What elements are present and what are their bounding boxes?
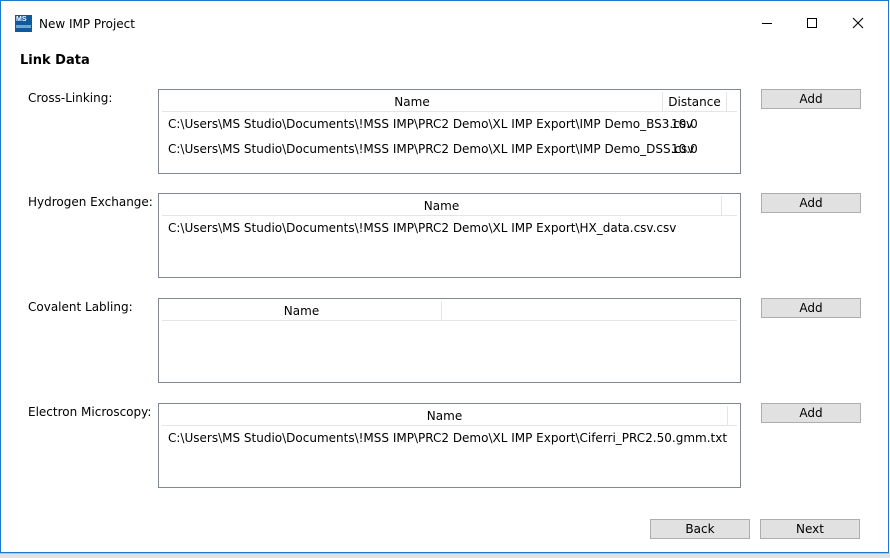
add-covalent-labeling-button[interactable]: Add xyxy=(761,298,861,318)
hydrogen-exchange-label: Hydrogen Exchange: xyxy=(28,195,153,209)
column-header-name[interactable]: Name xyxy=(162,196,722,216)
title-bar[interactable]: MS New IMP Project xyxy=(1,1,888,33)
cell-distance: 10.0 xyxy=(671,117,698,131)
column-header-name[interactable]: Name xyxy=(162,92,663,112)
back-button[interactable]: Back xyxy=(650,519,750,539)
window-title: New IMP Project xyxy=(39,17,135,31)
table-row[interactable]: C:\Users\MS Studio\Documents\!MSS IMP\PR… xyxy=(168,140,698,158)
covalent-labeling-label: Covalent Labling: xyxy=(28,300,133,314)
cell-name: C:\Users\MS Studio\Documents\!MSS IMP\PR… xyxy=(168,431,728,445)
cross-linking-label: Cross-Linking: xyxy=(28,91,113,105)
background-window-edge xyxy=(0,553,890,558)
electron-microscopy-grid[interactable]: Name C:\Users\MS Studio\Documents\!MSS I… xyxy=(158,403,741,488)
grid-header: Name xyxy=(162,196,737,216)
maximize-button[interactable] xyxy=(789,9,835,37)
electron-microscopy-label: Electron Microscopy: xyxy=(28,405,152,419)
table-row[interactable]: C:\Users\MS Studio\Documents\!MSS IMP\PR… xyxy=(168,429,727,447)
grid-header: Name xyxy=(162,301,737,321)
table-row[interactable]: C:\Users\MS Studio\Documents\!MSS IMP\PR… xyxy=(168,219,676,237)
add-hydrogen-exchange-button[interactable]: Add xyxy=(761,193,861,213)
cell-distance: 10.0 xyxy=(671,142,698,156)
column-header-name[interactable]: Name xyxy=(162,406,728,426)
column-header-distance[interactable]: Distance xyxy=(663,92,727,112)
page-title: Link Data xyxy=(20,53,90,68)
cross-linking-grid[interactable]: Name Distance C:\Users\MS Studio\Documen… xyxy=(158,89,741,174)
hydrogen-exchange-grid[interactable]: Name C:\Users\MS Studio\Documents\!MSS I… xyxy=(158,193,741,278)
add-electron-microscopy-button[interactable]: Add xyxy=(761,403,861,423)
add-cross-linking-button[interactable]: Add xyxy=(761,89,861,109)
cell-name: C:\Users\MS Studio\Documents\!MSS IMP\PR… xyxy=(168,142,695,156)
close-button[interactable] xyxy=(835,9,881,37)
table-row[interactable]: C:\Users\MS Studio\Documents\!MSS IMP\PR… xyxy=(168,115,698,133)
app-logo-icon: MS xyxy=(15,15,32,32)
next-button[interactable]: Next xyxy=(760,519,860,539)
dialog-window: MS New IMP Project Link Data Cross-Linki… xyxy=(0,0,889,553)
cell-name: C:\Users\MS Studio\Documents\!MSS IMP\PR… xyxy=(168,221,677,235)
maximize-icon xyxy=(807,18,817,28)
covalent-labeling-grid[interactable]: Name xyxy=(158,298,741,383)
minimize-button[interactable] xyxy=(744,9,790,37)
close-icon xyxy=(852,17,864,29)
grid-header: Name xyxy=(162,406,737,426)
minimize-icon xyxy=(762,23,772,24)
column-header-name[interactable]: Name xyxy=(162,301,442,321)
grid-header: Name Distance xyxy=(162,92,737,112)
cell-name: C:\Users\MS Studio\Documents\!MSS IMP\PR… xyxy=(168,117,694,131)
